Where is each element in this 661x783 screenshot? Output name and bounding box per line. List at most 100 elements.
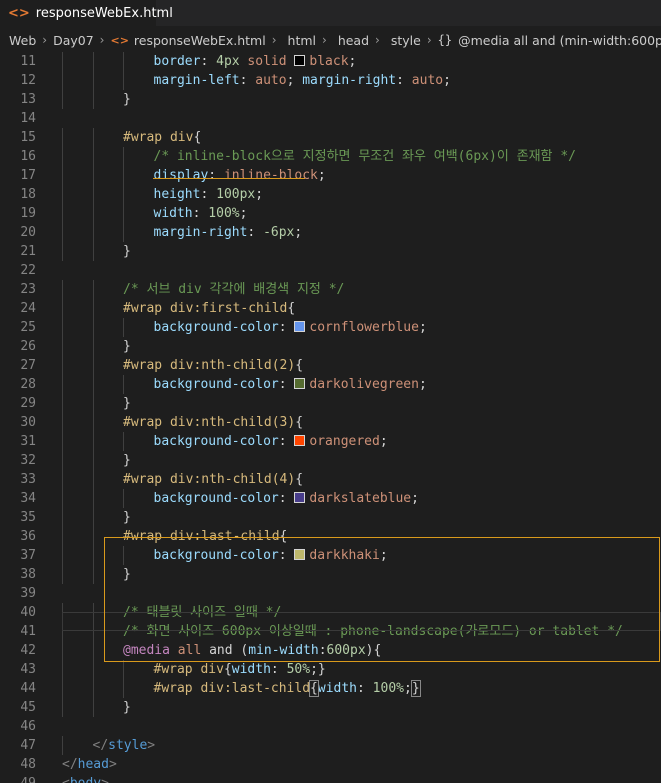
breadcrumb-item-head[interactable]: head [338, 33, 369, 48]
breadcrumb-item-media[interactable]: @media all and (min-width:600p [458, 33, 661, 48]
code-line[interactable]: 43 #wrap div{width: 50%;} [0, 660, 661, 679]
code-editor[interactable]: 11 border: 4px solid black; 12 margin-left:… [0, 52, 661, 783]
tag-bracket: > [147, 738, 156, 753]
line-number: 29 [20, 396, 36, 411]
code-text: } [123, 396, 131, 411]
code-line[interactable]: 15 #wrap div{ [0, 128, 661, 147]
breadcrumb-item-web[interactable]: Web [9, 33, 36, 48]
breadcrumb-item-file[interactable]: responseWebEx.html [134, 33, 266, 48]
line-number: 20 [20, 225, 36, 240]
code-line[interactable]: 16 /* inline-block으로 지정하면 무조건 좌우 여백(6px)이… [0, 147, 661, 166]
breadcrumb-item-day07[interactable]: Day07 [53, 33, 94, 48]
indent-guide [92, 394, 94, 413]
code-line[interactable]: 21} [0, 242, 661, 261]
code-text: : [208, 168, 224, 183]
indent-guide [62, 451, 63, 470]
code-text: ; [239, 206, 248, 221]
indent-guide [92, 204, 94, 223]
code-line[interactable]: 46 [0, 717, 661, 736]
code-line[interactable]: 19 width: 100%; [0, 204, 661, 223]
code-content: background-color: orangered; [154, 432, 388, 451]
code-line[interactable]: 45} [0, 698, 661, 717]
line-number: 35 [20, 510, 36, 525]
color-swatch-icon[interactable] [294, 492, 306, 503]
chevron-right-icon: › [426, 33, 432, 47]
code-text: } [123, 453, 131, 468]
code-line[interactable]: 25 background-color: cornflowerblue; [0, 318, 661, 337]
indent-guide [62, 185, 63, 204]
code-content: #wrap div:first-child{ [123, 299, 295, 318]
css-property: display [153, 168, 209, 183]
code-line[interactable]: 13} [0, 90, 661, 109]
indent-guide [62, 679, 63, 698]
indent-guide [62, 489, 63, 508]
code-comment: /* inline-block으로 지정하면 무조건 좌우 여백(6px)이 존… [153, 149, 576, 164]
line-number: 19 [20, 206, 36, 221]
indent-guide [123, 679, 124, 698]
code-line[interactable]: 30 #wrap div:nth-child(3){ [0, 413, 661, 432]
code-line[interactable]: 20 margin-right: -6px; [0, 223, 661, 242]
breadcrumb-item-html[interactable]: html [288, 33, 316, 48]
code-line[interactable]: 18 height: 100px; [0, 185, 661, 204]
css-number: 100% [372, 681, 404, 696]
code-text: ; [403, 681, 412, 696]
code-line[interactable]: 44 #wrap div:last-child{width: 100%;} [0, 679, 661, 698]
chevron-right-icon: › [271, 33, 277, 47]
code-line[interactable]: 17 display: inline-block; [0, 166, 661, 185]
color-swatch-icon[interactable] [294, 378, 306, 389]
code-line[interactable]: 34 background-color: darkslateblue; [0, 489, 661, 508]
code-line[interactable]: 24 #wrap div:first-child{ [0, 299, 661, 318]
indent-guide [92, 337, 94, 356]
code-line[interactable]: 47 </style> [0, 736, 661, 755]
indent-guide [123, 489, 124, 508]
code-content: background-color: cornflowerblue; [154, 318, 427, 337]
code-line[interactable]: 26} [0, 337, 661, 356]
indent-guide [92, 565, 94, 584]
code-line[interactable]: 29} [0, 394, 661, 413]
code-line[interactable]: 49 <body> [0, 774, 661, 783]
code-line[interactable]: 35} [0, 508, 661, 527]
color-swatch-icon[interactable] [294, 321, 306, 332]
code-line[interactable]: 22 [0, 261, 661, 280]
code-line[interactable]: 11 border: 4px solid black; [0, 52, 661, 71]
color-swatch-icon[interactable] [294, 435, 306, 446]
indent-guide [92, 280, 94, 299]
color-swatch-icon[interactable] [294, 55, 306, 66]
indent-guide [62, 90, 63, 109]
line-number: 27 [20, 358, 36, 373]
indent-guide [92, 527, 94, 546]
tag-name: head [77, 757, 109, 772]
editor-tab[interactable]: <> responseWebEx.html [0, 0, 173, 26]
code-content: /* 서브 div 각각에 배경색 지정 */ [123, 280, 344, 299]
indent-guide [62, 508, 63, 527]
line-number: 18 [20, 187, 36, 202]
indent-guide [92, 52, 94, 71]
indent-guide [62, 147, 63, 166]
code-text: ;} [310, 662, 326, 677]
line-number: 15 [20, 130, 36, 145]
css-selector: #wrap div:nth-child(3) [123, 415, 296, 430]
code-line[interactable]: 12 margin-left: auto; margin-right: auto; [0, 71, 661, 90]
code-line[interactable]: 23 /* 서브 div 각각에 배경색 지정 */ [0, 280, 661, 299]
indent-guide [123, 223, 124, 242]
line-number: 47 [20, 738, 36, 753]
css-property: background-color [153, 491, 279, 506]
code-line[interactable]: 14 [0, 109, 661, 128]
code-line[interactable]: 48 </head> [0, 755, 661, 774]
code-line[interactable]: 28 background-color: darkolivegreen; [0, 375, 661, 394]
line-number: 16 [20, 149, 36, 164]
line-number: 26 [20, 339, 36, 354]
line-number: 34 [20, 491, 36, 506]
chevron-right-icon: › [42, 33, 48, 47]
code-line[interactable]: 32} [0, 451, 661, 470]
code-line[interactable]: 33 #wrap div:nth-child(4){ [0, 470, 661, 489]
code-content: #wrap div{width: 50%;} [154, 660, 326, 679]
breadcrumb-item-style[interactable]: style [391, 33, 421, 48]
line-number: 24 [20, 301, 36, 316]
tag-name: style [108, 738, 148, 753]
indent-guide [92, 489, 94, 508]
code-text: ; [418, 320, 427, 335]
css-property: height [153, 187, 201, 202]
code-line[interactable]: 27 #wrap div:nth-child(2){ [0, 356, 661, 375]
code-line[interactable]: 31 background-color: orangered; [0, 432, 661, 451]
